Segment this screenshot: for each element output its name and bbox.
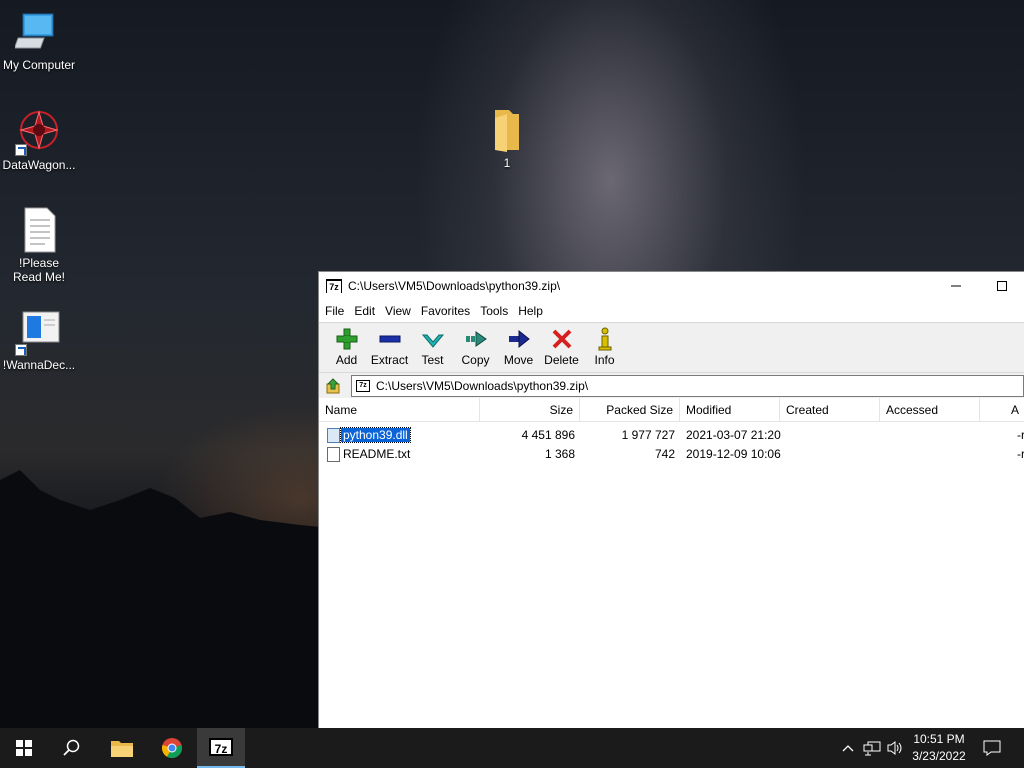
menu-bar: File Edit View Favorites Tools Help <box>319 300 1024 322</box>
copy-button[interactable]: Copy <box>454 323 497 373</box>
action-center-button[interactable] <box>982 738 1002 758</box>
test-button[interactable]: Test <box>411 323 454 373</box>
file-size: 1 368 <box>544 447 575 461</box>
delete-x-icon <box>552 329 571 349</box>
folder-icon <box>483 106 531 154</box>
file-modified: 2019-12-09 10:06 <box>686 447 781 461</box>
desktop-icon-label: !Please Read Me! <box>12 256 66 284</box>
menu-help[interactable]: Help <box>518 304 549 318</box>
menu-favorites[interactable]: Favorites <box>421 304 476 318</box>
file-attributes: -r <box>1017 428 1024 442</box>
desktop-icon-datawagon[interactable]: DataWagon... <box>0 108 78 172</box>
7zip-file-manager-window: 7z C:\Users\VM5\Downloads\python39.zip\ … <box>318 271 1024 728</box>
extract-button[interactable]: Extract <box>368 323 411 373</box>
desktop-icon-wannadecryptor[interactable]: !WannaDec... <box>0 308 78 372</box>
desktop-icon-label: My Computer <box>2 58 76 72</box>
delete-button[interactable]: Delete <box>540 323 583 373</box>
column-header-name[interactable]: Name <box>319 398 480 422</box>
clock[interactable]: 10:51 PM 3/23/2022 <box>908 731 970 765</box>
file-row[interactable]: README.txt 1 368 742 2019-12-09 10:06 -r <box>319 445 1024 464</box>
address-path: C:\Users\VM5\Downloads\python39.zip\ <box>376 378 589 393</box>
show-hidden-icons-button[interactable] <box>838 738 858 758</box>
volume-button[interactable] <box>885 738 905 758</box>
start-button[interactable] <box>0 728 48 768</box>
datawagon-icon <box>15 108 63 156</box>
desktop-icon-label: DataWagon... <box>2 158 76 172</box>
chrome-icon <box>162 738 182 759</box>
shortcut-arrow-icon <box>15 344 27 356</box>
7zip-taskbar-icon: 7z <box>209 738 233 756</box>
move-button[interactable]: Move <box>497 323 540 373</box>
archive-icon: 7z <box>356 379 370 392</box>
file-list: Name Size Packed Size Modified Created A… <box>319 398 1024 464</box>
address-input[interactable]: 7z C:\Users\VM5\Downloads\python39.zip\ <box>351 374 1024 397</box>
column-header-accessed[interactable]: Accessed <box>880 398 980 422</box>
menu-file[interactable]: File <box>325 304 350 318</box>
title-bar[interactable]: 7z C:\Users\VM5\Downloads\python39.zip\ <box>319 272 1024 300</box>
menu-edit[interactable]: Edit <box>354 304 381 318</box>
copy-arrow-icon <box>465 331 487 347</box>
desktop-icon-label: !WannaDec... <box>2 358 76 372</box>
check-icon <box>421 334 444 348</box>
file-packed-size: 742 <box>654 447 675 461</box>
maximize-button[interactable] <box>979 272 1024 300</box>
file-name: README.txt <box>343 447 411 461</box>
desktop-icon-my-computer[interactable]: My Computer <box>0 8 78 72</box>
taskbar-chrome[interactable] <box>148 728 196 768</box>
info-button[interactable]: Info <box>583 323 626 373</box>
maximize-icon <box>997 281 1007 291</box>
file-size: 4 451 896 <box>521 428 575 442</box>
column-header-modified[interactable]: Modified <box>680 398 780 422</box>
taskbar-file-explorer[interactable] <box>98 728 146 768</box>
computer-icon <box>13 8 63 56</box>
info-icon <box>598 327 611 351</box>
file-name: python39.dll <box>340 427 411 443</box>
text-file-icon <box>327 447 340 462</box>
toolbar: Add Extract Test Copy Move Delete Info <box>319 322 1024 372</box>
move-arrow-icon <box>508 329 530 349</box>
column-header-packed-size[interactable]: Packed Size <box>580 398 680 422</box>
file-attributes: -r <box>1017 447 1024 461</box>
desktop-icon-folder-1[interactable]: 1 <box>468 106 546 170</box>
search-icon <box>63 739 80 756</box>
chevron-up-icon <box>842 745 854 752</box>
dll-file-icon <box>327 428 340 443</box>
window-title: C:\Users\VM5\Downloads\python39.zip\ <box>348 279 561 293</box>
file-modified: 2021-03-07 21:20 <box>686 428 781 442</box>
7zip-logo-icon: 7z <box>326 279 342 293</box>
file-packed-size: 1 977 727 <box>621 428 675 442</box>
up-folder-button[interactable] <box>323 376 343 396</box>
file-explorer-icon <box>111 741 133 757</box>
column-header-size[interactable]: Size <box>480 398 580 422</box>
minimize-icon <box>951 285 961 287</box>
search-button[interactable] <box>48 728 96 768</box>
text-document-icon <box>15 206 63 254</box>
address-bar: 7z C:\Users\VM5\Downloads\python39.zip\ <box>319 372 1024 398</box>
notification-icon <box>983 740 1001 756</box>
network-button[interactable] <box>862 738 882 758</box>
taskbar-7zip[interactable]: 7z <box>197 728 245 768</box>
speaker-icon <box>887 741 902 755</box>
application-window-icon <box>15 308 63 356</box>
up-folder-icon <box>326 377 340 393</box>
plus-icon <box>336 328 357 350</box>
network-icon <box>863 741 881 756</box>
minimize-button[interactable] <box>933 272 979 300</box>
desktop-icon-please-read-me[interactable]: !Please Read Me! <box>0 206 78 284</box>
menu-view[interactable]: View <box>385 304 417 318</box>
column-header-created[interactable]: Created <box>780 398 880 422</box>
desktop-icon-label: 1 <box>503 156 511 170</box>
minus-icon <box>379 335 400 343</box>
taskbar: 7z 10:51 PM 3/23/2022 <box>0 728 1024 768</box>
file-list-header: Name Size Packed Size Modified Created A… <box>319 398 1024 422</box>
windows-logo-icon <box>16 740 32 756</box>
mountain-silhouette <box>0 470 330 728</box>
menu-tools[interactable]: Tools <box>480 304 514 318</box>
add-button[interactable]: Add <box>325 323 368 373</box>
clock-date: 3/23/2022 <box>912 749 966 763</box>
shortcut-arrow-icon <box>15 144 27 156</box>
clock-time: 10:51 PM <box>913 732 965 746</box>
file-row[interactable]: python39.dll 4 451 896 1 977 727 2021-03… <box>319 426 1024 445</box>
column-header-attributes[interactable]: A <box>980 398 1024 422</box>
